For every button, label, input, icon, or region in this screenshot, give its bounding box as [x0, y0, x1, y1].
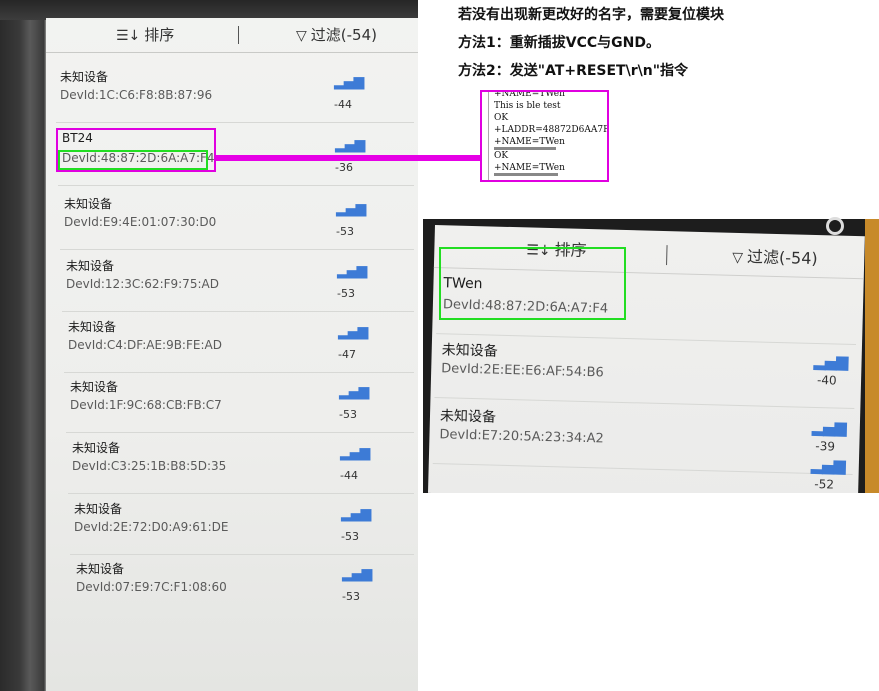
terminal-line: OK — [494, 113, 509, 123]
signal-icon: ▂▄▆ — [811, 416, 847, 437]
device-name: 未知设备 — [72, 441, 121, 455]
filter-icon: ▽ — [296, 28, 307, 44]
row-divider — [60, 249, 414, 250]
sort-icon: ☰↓ — [116, 28, 141, 44]
rssi-value: -53 — [336, 225, 354, 238]
signal-icon: ▂▄▆ — [339, 384, 369, 400]
device-name: 未知设备 — [70, 380, 119, 394]
signal-icon: ▂▄▆ — [337, 263, 367, 279]
device-id: DevId:12:3C:62:F9:75:AD — [66, 277, 219, 291]
filter-icon: ▽ — [732, 249, 744, 267]
device-name: 未知设备 — [64, 197, 113, 211]
device-id: DevId:07:E9:7C:F1:08:60 — [76, 580, 227, 594]
signal-icon: ▂▄▆ — [338, 324, 368, 340]
signal-icon: ▂▄▆ — [334, 74, 364, 90]
terminal-underline — [494, 147, 556, 150]
rssi-value: -53 — [337, 287, 355, 300]
device-name: 未知设备 — [74, 502, 123, 516]
device-id: DevId:2E:72:D0:A9:61:DE — [74, 520, 229, 534]
toolbar-divider — [666, 245, 668, 266]
signal-icon: ▂▄▆ — [335, 137, 365, 153]
signal-icon: ▂▄▆ — [342, 566, 372, 582]
row-divider — [64, 372, 414, 373]
rssi-value: -44 — [334, 98, 352, 111]
device-name: 未知设备 — [66, 259, 115, 273]
camera-icon — [826, 217, 844, 235]
rssi-value: -39 — [815, 439, 836, 454]
rssi-value: -36 — [335, 161, 353, 174]
terminal-line: +NAME=TWen — [494, 137, 565, 147]
device-row[interactable]: 未知设备 DevId:1F:9C:68:CB:FB:C7 ▂▄▆ -53 — [70, 378, 410, 438]
rssi-value: -52 — [814, 477, 835, 492]
device-id: DevId:C3:25:1B:B8:5D:35 — [72, 459, 227, 473]
rssi-value: -53 — [342, 590, 360, 603]
device-row[interactable]: 未知设备 DevId:C4:DF:AE:9B:FE:AD ▂▄▆ -47 — [68, 318, 410, 378]
terminal-line: OK — [494, 151, 509, 161]
device-name: 未知设备 — [439, 408, 497, 426]
row-divider — [58, 185, 414, 186]
sort-label: 排序 — [144, 26, 175, 44]
device-row[interactable]: 未知设备 DevId:1C:C6:F8:8B:87:96 ▂▄▆ -44 — [60, 68, 410, 128]
device-id: DevId:1C:C6:F8:8B:87:96 — [60, 88, 213, 102]
note-reset-hint: 若没有出现新更改好的名字，需要复位模块 — [458, 7, 724, 23]
terminal-line: +NAME=TWen — [494, 163, 565, 173]
rssi-value: -53 — [341, 530, 359, 543]
phone-case-edge — [865, 219, 879, 493]
device-id: DevId:E7:20:5A:23:34:A2 — [439, 427, 604, 447]
row-divider — [70, 554, 414, 555]
device-row[interactable]: 未知设备 DevId:C3:25:1B:B8:5D:35 ▂▄▆ -44 — [72, 439, 410, 499]
phone-bezel — [0, 0, 418, 20]
row-divider — [66, 432, 414, 433]
row-divider — [56, 122, 414, 123]
terminal-underline — [494, 173, 558, 176]
filter-label: 过滤(-54) — [310, 26, 377, 44]
terminal-gutter — [488, 92, 489, 180]
device-id: DevId:1F:9C:68:CB:FB:C7 — [70, 398, 222, 412]
note-method-1: 方法1：重新插拔VCC与GND。 — [458, 35, 660, 51]
rssi-value: -53 — [339, 408, 357, 421]
signal-icon: ▂▄▆ — [810, 454, 846, 475]
device-row[interactable]: 未知设备 DevId:2E:72:D0:A9:61:DE ▂▄▆ -53 — [74, 500, 410, 560]
device-row[interactable]: 未知设备 DevId:E9:4E:01:07:30:D0 ▂▄▆ -53 — [64, 195, 410, 255]
terminal-line: This is ble test — [494, 101, 561, 111]
filter-label: 过滤(-54) — [746, 247, 818, 269]
device-name: 未知设备 — [441, 342, 498, 360]
terminal-line: +NAME=TWen — [494, 90, 565, 99]
rssi-value: -47 — [338, 348, 356, 361]
left-toolbar: ☰↓ 排序 ▽ 过滤(-54) — [46, 18, 418, 53]
signal-icon: ▂▄▆ — [336, 201, 366, 217]
serial-terminal-output: +NAME=TWen This is ble test OK +LADDR=48… — [480, 90, 609, 182]
signal-icon: ▂▄▆ — [341, 506, 371, 522]
filter-button[interactable]: ▽ 过滤(-54) — [732, 243, 818, 269]
device-name: 未知设备 — [76, 562, 125, 576]
rssi-value: -44 — [340, 469, 358, 482]
signal-icon: ▂▄▆ — [340, 445, 370, 461]
signal-icon: ▂▄▆ — [813, 350, 848, 371]
device-id: DevId:E9:4E:01:07:30:D0 — [64, 215, 217, 229]
filter-button[interactable]: ▽ 过滤(-54) — [296, 24, 377, 45]
row-divider — [62, 311, 414, 312]
terminal-line: +LADDR=48872D6AA7F4 — [494, 125, 609, 135]
toolbar-divider — [238, 26, 239, 44]
twen-highlight-box — [439, 247, 626, 320]
note-method-2: 方法2：发送"AT+RESET\r\n"指令 — [458, 63, 688, 79]
device-row[interactable]: 未知设备 DevId:12:3C:62:F9:75:AD ▂▄▆ -53 — [66, 257, 410, 317]
device-row[interactable]: 未知设备 DevId:07:E9:7C:F1:08:60 ▂▄▆ -53 — [76, 560, 410, 620]
devid-highlight-box — [58, 150, 208, 170]
sort-button[interactable]: ☰↓ 排序 — [116, 24, 174, 45]
device-name: 未知设备 — [60, 70, 109, 84]
rssi-value: -40 — [816, 373, 837, 388]
device-id: DevId:C4:DF:AE:9B:FE:AD — [68, 338, 222, 352]
highlight-connector-line — [216, 155, 480, 161]
row-divider — [68, 493, 414, 494]
device-id: DevId:2E:EE:E6:AF:54:B6 — [441, 361, 604, 381]
device-name: 未知设备 — [68, 320, 117, 334]
